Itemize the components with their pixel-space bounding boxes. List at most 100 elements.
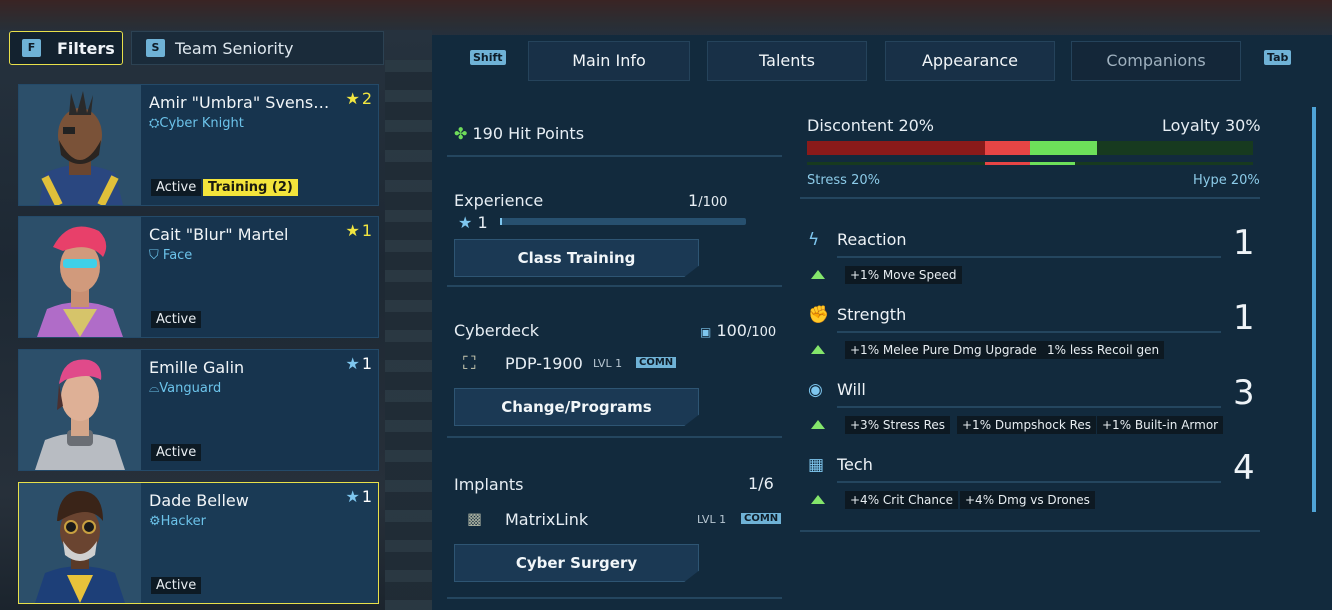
sort-team-seniority-button[interactable]: S Team Seniority: [131, 31, 384, 65]
divider: [800, 530, 1260, 532]
filters-label: Filters: [57, 39, 115, 58]
experience-label: Experience: [454, 191, 544, 210]
class-name: Vanguard: [159, 381, 222, 396]
hit-points: ✤ 190 Hit Points: [454, 124, 584, 143]
portrait-amir: [19, 85, 141, 205]
cyberdeck-label: Cyberdeck: [454, 321, 539, 340]
stat-divider: [837, 481, 1221, 483]
arm-icon: ✊: [808, 305, 830, 325]
roster-name: Emille Galin: [149, 358, 245, 377]
stat-bonus: 1% less Recoil gen: [1042, 341, 1165, 359]
class-name: Cyber Knight: [159, 116, 244, 131]
roster-card-cait[interactable]: Cait "Blur" Martel ⛉ Face ★ 1 Active: [18, 216, 379, 338]
change-programs-button[interactable]: Change/Programs: [454, 388, 699, 426]
implants-count: 1/6: [748, 474, 774, 493]
lightning-icon: ϟ: [808, 230, 820, 250]
stat-bonus: +1% Melee Pure Dmg Upgrade: [845, 341, 1042, 359]
level-value: 1: [477, 213, 488, 232]
cyberdeck-capacity: ▣ 100/100: [700, 321, 776, 340]
class-training-button[interactable]: Class Training: [454, 239, 699, 277]
divider: [447, 285, 782, 287]
cyberdeck-rarity-badge: COMN: [636, 357, 677, 368]
roster-card-emille[interactable]: Emille Galin ⌓Vanguard ★ 1 Active: [18, 349, 379, 471]
stat-bonus: +1% Move Speed: [845, 266, 962, 284]
stat-name: Strength: [837, 305, 907, 324]
hype-sub-segment: [1030, 162, 1075, 165]
status-badge: Active: [151, 311, 202, 328]
portrait-dade: [19, 483, 141, 603]
prev-tab-hotkey: Shift: [470, 50, 506, 65]
rank-badge: ★ 1: [345, 487, 372, 506]
experience-bar-fill: [500, 218, 503, 225]
status-badge: Active: [151, 179, 202, 196]
hit-points-text: 190 Hit Points: [472, 124, 585, 143]
portrait-cait: [19, 217, 141, 337]
cyberdeck-item-level: LVL 1: [593, 357, 623, 370]
loyalty-label: Loyalty 30%: [1162, 116, 1261, 135]
class-label: ⌓Vanguard: [149, 381, 221, 396]
sort-label: Team Seniority: [175, 39, 294, 58]
cyber-knight-icon: ⛭: [149, 116, 160, 131]
background-stripe: [385, 60, 433, 610]
hype-label: Hype 20%: [1193, 173, 1260, 188]
sort-hotkey: S: [146, 39, 165, 57]
implant-item-name: MatrixLink: [505, 510, 589, 529]
star-icon: ★: [345, 221, 360, 240]
increase-arrow-icon: [811, 270, 825, 279]
training-badge: Training (2): [203, 179, 298, 196]
rank-badge: ★ 2: [345, 89, 372, 108]
implant-rarity-badge: COMN: [741, 513, 782, 524]
stat-value: 1: [1233, 223, 1255, 263]
roster-name: Cait "Blur" Martel: [149, 225, 289, 244]
discontent-label: Discontent 20%: [807, 116, 935, 135]
class-name: Face: [162, 248, 193, 263]
rank-badge: ★ 1: [345, 354, 372, 373]
stress-sub-segment: [985, 162, 1030, 165]
roster-card-dade[interactable]: Dade Bellew ⚙Hacker ★ 1 Active: [18, 482, 379, 604]
filters-button[interactable]: F Filters: [9, 31, 123, 65]
roster-name: Amir "Umbra" Svens…: [149, 93, 330, 112]
cyberdeck-item-icon: ⛶: [463, 353, 476, 374]
tab-talents[interactable]: Talents: [707, 41, 867, 81]
increase-arrow-icon: [811, 495, 825, 504]
class-label: ⚙Hacker: [149, 514, 206, 529]
roster-card-amir[interactable]: Amir "Umbra" Svens… ⛭Cyber Knight ★ 2 Act…: [18, 84, 379, 206]
cyberdeck-item-name: PDP-1900: [505, 354, 583, 373]
divider: [800, 197, 1260, 199]
scrollbar[interactable]: [1312, 107, 1316, 512]
mind-icon: ◉: [808, 380, 823, 400]
experience-value: 1/100: [688, 191, 727, 210]
status-badge: Active: [151, 577, 202, 594]
tab-companions[interactable]: Companions: [1071, 41, 1241, 81]
roster-name: Dade Bellew: [149, 491, 249, 510]
increase-arrow-icon: [811, 420, 825, 429]
filters-hotkey: F: [22, 39, 41, 57]
experience-max: /100: [698, 195, 728, 210]
tab-main-info[interactable]: Main Info: [528, 41, 690, 81]
implant-item-level: LVL 1: [697, 513, 727, 526]
stat-name: Reaction: [837, 230, 907, 249]
level-indicator: ★ 1: [458, 213, 488, 232]
stress-segment: [985, 141, 1030, 155]
class-label: ⛉ Face: [149, 248, 192, 263]
hacker-icon: ⚙: [149, 514, 161, 529]
stat-bonus: +4% Dmg vs Drones: [960, 491, 1095, 509]
discontent-segment: [807, 141, 986, 155]
stat-bonus: +1% Dumpshock Res: [957, 416, 1097, 434]
experience-bar: [500, 218, 746, 225]
stat-bonus: +1% Built-in Armor: [1097, 416, 1224, 434]
increase-arrow-icon: [811, 345, 825, 354]
loyalty-segment: [1030, 141, 1097, 155]
stat-bonus: +3% Stress Res: [845, 416, 951, 434]
mood-sub-bar: [807, 162, 1253, 165]
cyber-surgery-button[interactable]: Cyber Surgery: [454, 544, 699, 582]
divider: [447, 155, 782, 157]
cyberdeck-capacity-max: /100: [746, 325, 777, 340]
rank-badge: ★ 1: [345, 221, 372, 240]
rank-value: 1: [361, 487, 372, 506]
rank-value: 1: [361, 354, 372, 373]
tab-appearance[interactable]: Appearance: [885, 41, 1055, 81]
stat-value: 4: [1233, 448, 1255, 488]
portrait-emille: [19, 350, 141, 470]
status-badge: Active: [151, 444, 202, 461]
